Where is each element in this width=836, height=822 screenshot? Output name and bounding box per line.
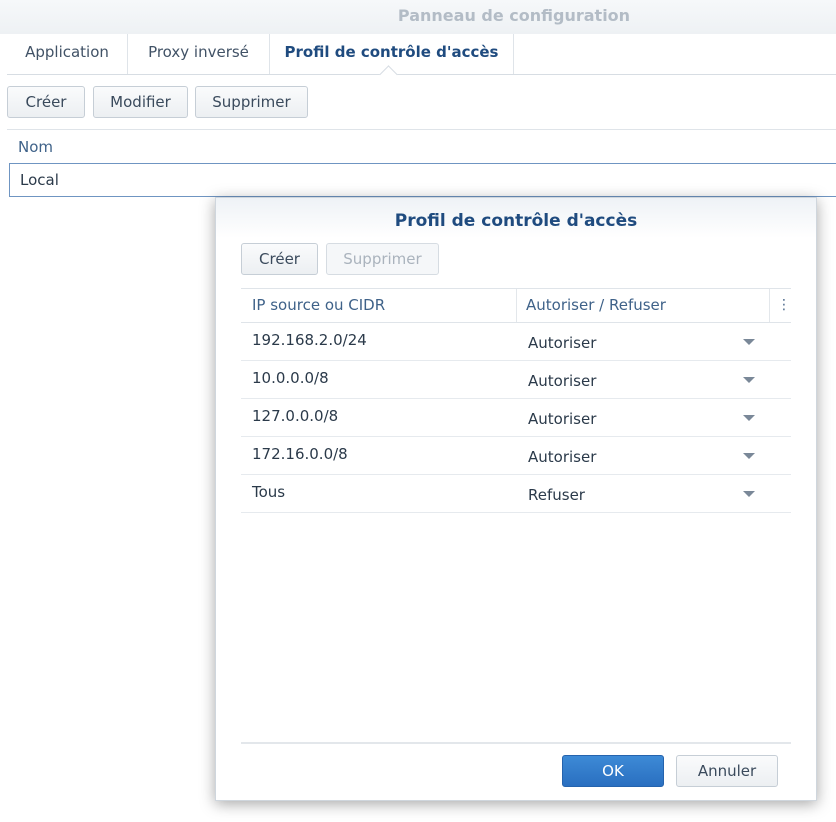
list-item[interactable]: Local <box>9 163 836 197</box>
chevron-down-icon[interactable] <box>743 453 755 459</box>
column-header-name[interactable]: Nom <box>18 138 53 156</box>
divider <box>7 129 836 130</box>
rules-grid: IP source ou CIDR Autoriser / Refuser ⋮ … <box>241 288 791 513</box>
edit-button[interactable]: Modifier <box>93 86 188 118</box>
chevron-down-icon[interactable] <box>743 491 755 497</box>
ip-cell: 192.168.2.0/24 <box>252 331 367 349</box>
ip-cell: Tous <box>252 483 286 501</box>
action-select[interactable]: Refuser <box>528 486 585 504</box>
action-select[interactable]: Autoriser <box>528 448 596 466</box>
column-header-ip[interactable]: IP source ou CIDR <box>252 296 385 314</box>
dialog-delete-button[interactable]: Supprimer <box>326 243 439 275</box>
list-item-name: Local <box>20 171 59 189</box>
dialog-create-button[interactable]: Créer <box>241 243 318 275</box>
column-divider <box>516 289 517 322</box>
column-header-action[interactable]: Autoriser / Refuser <box>526 296 666 314</box>
tab-reverse-proxy[interactable]: Proxy inversé <box>128 34 270 74</box>
table-row[interactable]: 10.0.0.0/8 Autoriser <box>241 361 791 399</box>
create-button[interactable]: Créer <box>7 86 85 118</box>
ip-cell: 172.16.0.0/8 <box>252 445 348 463</box>
chevron-down-icon[interactable] <box>743 339 755 345</box>
chevron-down-icon[interactable] <box>743 415 755 421</box>
action-select[interactable]: Autoriser <box>528 334 596 352</box>
table-row[interactable]: 192.168.2.0/24 Autoriser <box>241 323 791 361</box>
column-divider <box>769 289 770 322</box>
table-row[interactable]: 127.0.0.0/8 Autoriser <box>241 399 791 437</box>
ok-button[interactable]: OK <box>562 755 664 787</box>
delete-button[interactable]: Supprimer <box>195 86 308 118</box>
action-select[interactable]: Autoriser <box>528 410 596 428</box>
dialog-header[interactable]: Profil de contrôle d'accès <box>216 198 816 238</box>
cancel-button[interactable]: Annuler <box>676 755 778 787</box>
chevron-down-icon[interactable] <box>743 377 755 383</box>
table-row[interactable]: Tous Refuser <box>241 475 791 513</box>
dialog-title: Profil de contrôle d'accès <box>394 211 638 231</box>
tab-application[interactable]: Application <box>7 34 128 74</box>
access-control-dialog: Profil de contrôle d'accès Créer Supprim… <box>215 197 817 801</box>
action-select[interactable]: Autoriser <box>528 372 596 390</box>
ip-cell: 10.0.0.0/8 <box>252 369 329 387</box>
vertical-ellipsis-icon[interactable]: ⋮ <box>777 297 791 313</box>
window-title: Panneau de configuration <box>397 6 631 25</box>
ip-cell: 127.0.0.0/8 <box>252 407 339 425</box>
tab-bar: Application Proxy inversé Profil de cont… <box>7 34 836 75</box>
window-titlebar: Panneau de configuration <box>0 0 836 34</box>
footer-divider <box>241 742 791 744</box>
grid-header: IP source ou CIDR Autoriser / Refuser ⋮ <box>241 288 791 323</box>
table-row[interactable]: 172.16.0.0/8 Autoriser <box>241 437 791 475</box>
